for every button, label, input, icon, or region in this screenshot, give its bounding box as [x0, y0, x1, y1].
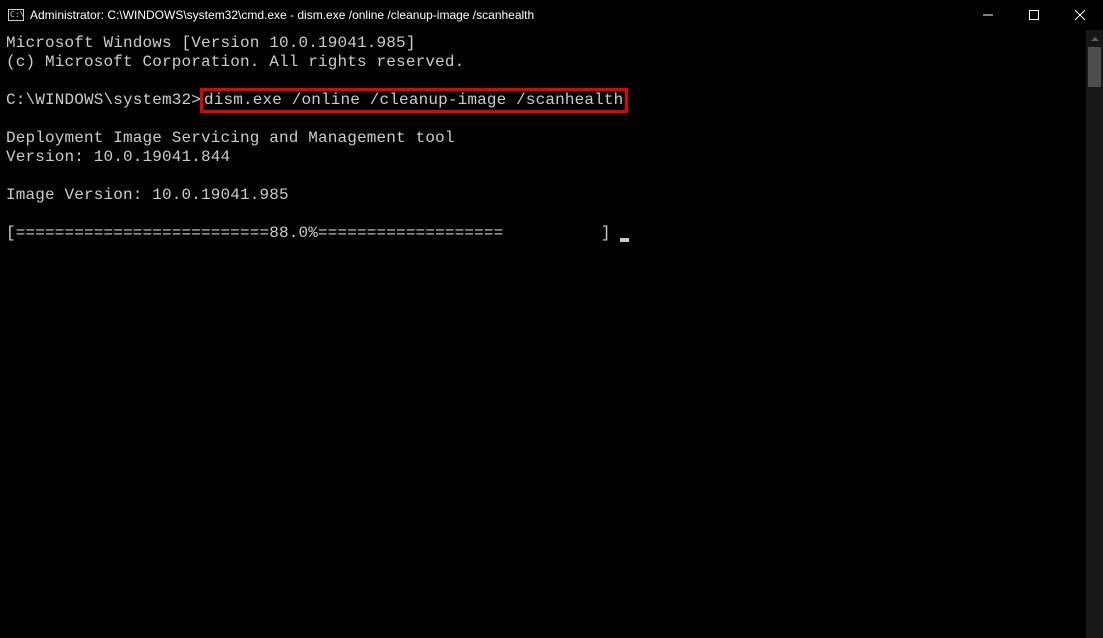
terminal-output[interactable]: Microsoft Windows [Version 10.0.19041.98…	[0, 30, 1086, 638]
minimize-button[interactable]	[965, 0, 1011, 30]
content-area: Microsoft Windows [Version 10.0.19041.98…	[0, 30, 1103, 638]
window-controls	[965, 0, 1103, 30]
progress-line: [==========================88.0%========…	[6, 224, 1080, 243]
prompt-prefix: C:\WINDOWS\system32>	[6, 91, 201, 109]
cmd-window: C:\ Administrator: C:\WINDOWS\system32\c…	[0, 0, 1103, 638]
vertical-scrollbar[interactable]	[1086, 30, 1103, 638]
command-text: dism.exe /online /cleanup-image /scanhea…	[204, 91, 623, 109]
scroll-thumb[interactable]	[1088, 47, 1101, 87]
maximize-icon	[1029, 10, 1039, 20]
titlebar[interactable]: C:\ Administrator: C:\WINDOWS\system32\c…	[0, 0, 1103, 30]
minimize-icon	[983, 10, 993, 20]
cursor	[620, 238, 629, 242]
prompt-line: C:\WINDOWS\system32>dism.exe /online /cl…	[6, 91, 1080, 110]
maximize-button[interactable]	[1011, 0, 1057, 30]
blank-line	[6, 167, 1080, 186]
version-line: Microsoft Windows [Version 10.0.19041.98…	[6, 34, 1080, 53]
window-title: Administrator: C:\WINDOWS\system32\cmd.e…	[30, 8, 965, 22]
chevron-up-icon	[1091, 37, 1099, 41]
image-version-line: Image Version: 10.0.19041.985	[6, 186, 1080, 205]
progress-bar: [==========================88.0%========…	[6, 224, 620, 242]
close-icon	[1075, 10, 1085, 20]
tool-name-line: Deployment Image Servicing and Managemen…	[6, 129, 1080, 148]
cmd-icon: C:\	[8, 9, 24, 21]
command-highlight: dism.exe /online /cleanup-image /scanhea…	[200, 88, 628, 113]
tool-version-line: Version: 10.0.19041.844	[6, 148, 1080, 167]
close-button[interactable]	[1057, 0, 1103, 30]
scroll-up-arrow-icon[interactable]	[1086, 30, 1103, 47]
blank-line	[6, 205, 1080, 224]
copyright-line: (c) Microsoft Corporation. All rights re…	[6, 53, 1080, 72]
